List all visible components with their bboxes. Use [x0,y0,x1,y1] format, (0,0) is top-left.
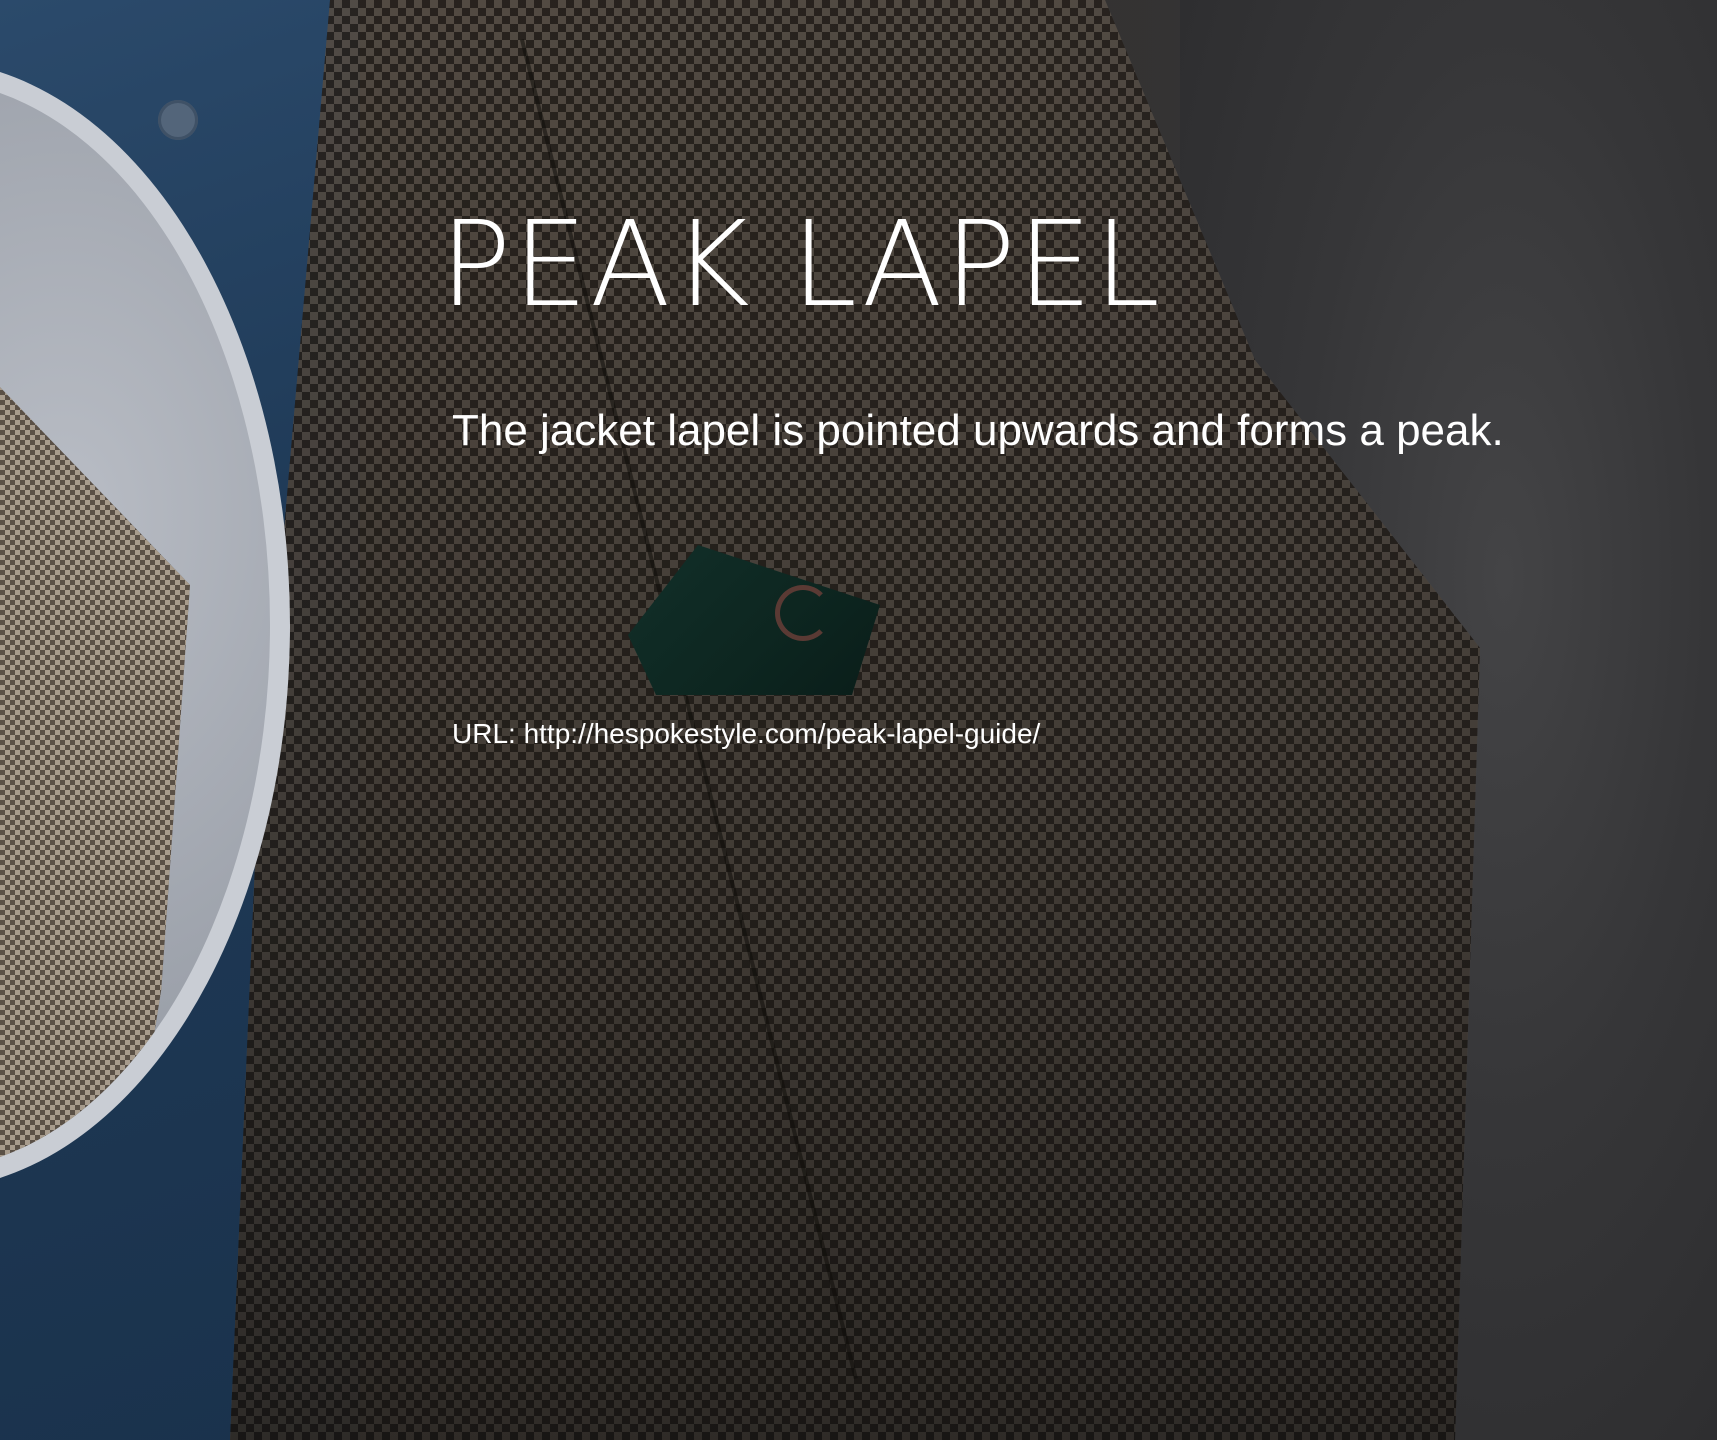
source-url: URL: http://hespokestyle.com/peak-lapel-… [452,718,1041,749]
pocket-square-pattern [775,585,831,641]
slide: PEAK LAPEL The jacket lapel is pointed u… [0,0,1717,1440]
collar-button [158,100,198,140]
inset-jacket-sleeve [0,360,190,1170]
slide-title: PEAK LAPEL [440,195,1162,333]
slide-description: The jacket lapel is pointed upwards and … [452,406,1504,455]
